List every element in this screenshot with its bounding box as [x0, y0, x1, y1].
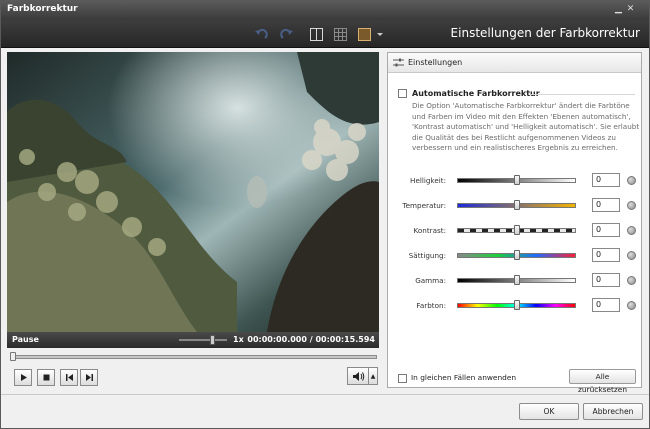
- section-divider: [531, 94, 635, 95]
- auto-correction-checkbox[interactable]: [398, 89, 407, 98]
- playback-state: Pause: [12, 335, 39, 344]
- time-current: 00:00:00.000: [247, 335, 307, 344]
- slider-value-input[interactable]: 0: [592, 173, 620, 187]
- settings-panel: Einstellungen Automatische Farbkorrektur…: [387, 52, 642, 394]
- seek-track[interactable]: [11, 355, 377, 359]
- reset-value-icon[interactable]: [627, 276, 636, 285]
- panel-header: Einstellungen: [388, 53, 641, 73]
- stop-button[interactable]: [37, 369, 55, 386]
- slider-label: Kontrast:: [413, 226, 446, 235]
- slider-label: Temperatur:: [402, 201, 446, 210]
- reset-value-icon[interactable]: [627, 301, 636, 310]
- dialog-window: Farbkorrektur ▁ ✕ Einstellungen der Farb…: [0, 0, 650, 429]
- slider-label: Gamma:: [415, 276, 446, 285]
- slider-thumb[interactable]: [513, 225, 520, 235]
- apply-same-cases-checkbox[interactable]: [398, 374, 407, 383]
- play-button[interactable]: [14, 369, 32, 386]
- single-view-icon[interactable]: [357, 27, 372, 42]
- slider-value-input[interactable]: 0: [592, 248, 620, 262]
- redo-icon[interactable]: [279, 27, 294, 42]
- slider-label: Sättigung:: [408, 251, 446, 260]
- slider-thumb[interactable]: [513, 250, 520, 260]
- reset-value-icon[interactable]: [627, 176, 636, 185]
- reset-value-icon[interactable]: [627, 226, 636, 235]
- minimize-icon[interactable]: ▁: [613, 4, 624, 15]
- video-preview: [7, 52, 379, 332]
- slider-value-input[interactable]: 0: [592, 198, 620, 212]
- time-total: 00:00:15.594: [315, 335, 375, 344]
- reset-value-icon[interactable]: [627, 251, 636, 260]
- playback-speed: 1x: [233, 335, 244, 344]
- slider-thumb[interactable]: [513, 275, 520, 285]
- toolbar-heading: Einstellungen der Farbkorrektur: [450, 26, 640, 40]
- previous-frame-icon: [65, 374, 73, 381]
- slider-value-input[interactable]: 0: [592, 273, 620, 287]
- seek-bar[interactable]: [7, 352, 379, 361]
- seek-thumb[interactable]: [10, 352, 16, 361]
- reset-value-icon[interactable]: [627, 201, 636, 210]
- volume-button[interactable]: [347, 367, 369, 385]
- slider-label: Farbton:: [416, 301, 446, 310]
- grid-view-icon[interactable]: [333, 27, 348, 42]
- speaker-icon: [352, 371, 364, 381]
- title-bar: Farbkorrektur ▁ ✕: [1, 1, 649, 20]
- window-title: Farbkorrektur: [7, 4, 78, 14]
- apply-same-cases-label: In gleichen Fällen anwenden: [411, 373, 517, 382]
- slider-thumb[interactable]: [513, 300, 520, 310]
- panel-header-label: Einstellungen: [408, 58, 463, 67]
- auto-correction-label: Automatische Farbkorrektur: [412, 89, 540, 98]
- split-view-icon[interactable]: [309, 27, 324, 42]
- speed-slider-track[interactable]: [179, 339, 227, 341]
- cancel-button[interactable]: Abbrechen: [583, 403, 643, 420]
- previous-frame-button[interactable]: [60, 369, 78, 386]
- undo-icon[interactable]: [254, 27, 269, 42]
- next-frame-icon: [85, 374, 93, 381]
- slider-thumb[interactable]: [513, 175, 520, 185]
- footer-divider: [1, 394, 649, 395]
- volume-menu-arrow[interactable]: ▲: [369, 367, 378, 385]
- view-dropdown-icon[interactable]: [375, 27, 385, 42]
- speed-slider-thumb[interactable]: [210, 335, 215, 345]
- playback-status-bar: Pause 1x 00:00:00.000 / 00:00:15.594: [7, 332, 379, 348]
- slider-label: Helligkeit:: [410, 176, 446, 185]
- sliders-icon: [393, 58, 404, 67]
- time-separator: /: [309, 335, 313, 344]
- next-frame-button[interactable]: [80, 369, 98, 386]
- video-frame-image: [7, 52, 379, 332]
- slider-thumb[interactable]: [513, 200, 520, 210]
- reset-all-button[interactable]: Alle zurücksetzen: [569, 369, 636, 394]
- play-icon: [20, 374, 27, 381]
- stop-icon: [43, 374, 49, 381]
- close-icon[interactable]: ✕: [625, 4, 636, 15]
- toolbar: Einstellungen der Farbkorrektur: [1, 20, 649, 48]
- slider-value-input[interactable]: 0: [592, 223, 620, 237]
- ok-button[interactable]: OK: [519, 403, 579, 420]
- auto-correction-description: Die Option 'Automatische Farbkorrektur' …: [412, 101, 640, 153]
- slider-value-input[interactable]: 0: [592, 298, 620, 312]
- time-display: 00:00:00.000 / 00:00:15.594: [247, 335, 375, 344]
